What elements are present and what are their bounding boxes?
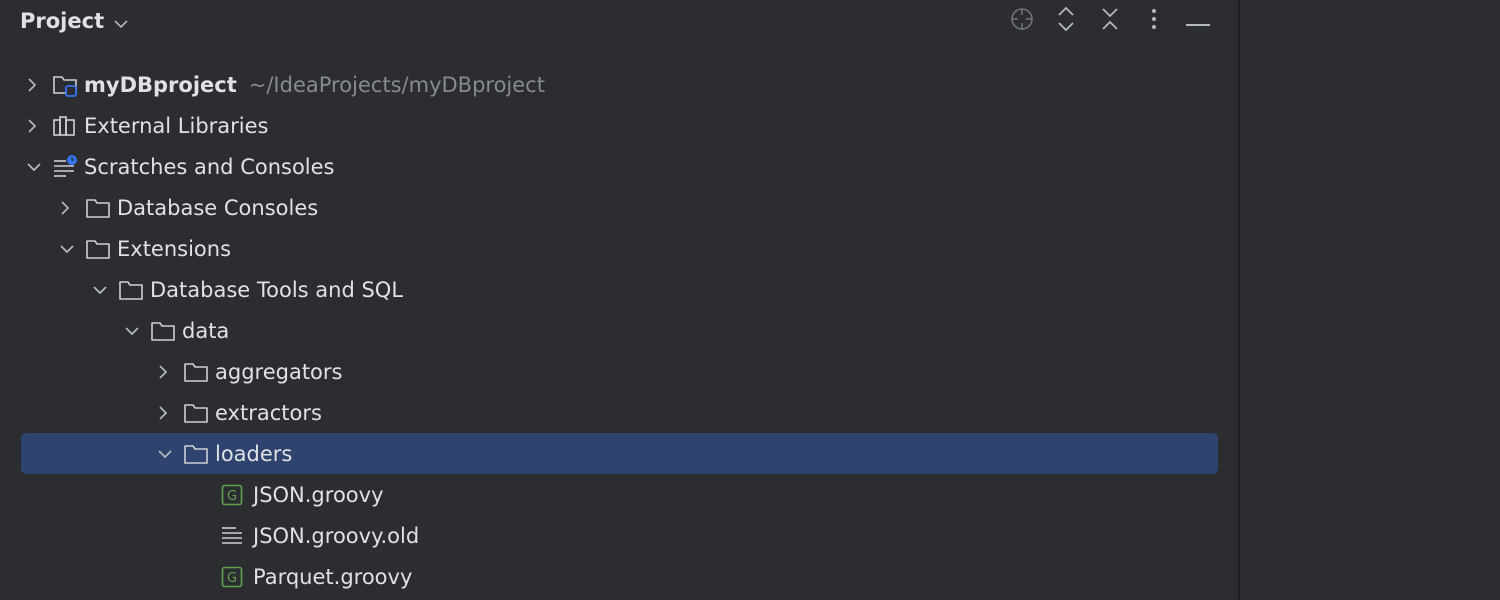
hide-button[interactable]	[1176, 6, 1220, 36]
folder-icon	[183, 360, 215, 384]
expand-all-icon	[1056, 6, 1076, 36]
tree-node-external-libraries[interactable]: External Libraries	[0, 105, 1238, 146]
tree-node-extractors[interactable]: extractors	[0, 392, 1238, 433]
chevron-down-icon[interactable]	[124, 321, 150, 341]
tree-node-scratches[interactable]: Scratches and Consoles	[0, 146, 1238, 187]
tree-node-parquet-groovy[interactable]: G Parquet.groovy	[0, 556, 1238, 597]
tree-node-data[interactable]: data	[0, 310, 1238, 351]
chevron-right-icon[interactable]	[59, 198, 85, 218]
project-view-selector[interactable]: Project	[20, 8, 128, 34]
chevron-down-icon	[114, 10, 128, 34]
folder-icon	[85, 196, 117, 220]
tree-node-json-groovy[interactable]: G JSON.groovy	[0, 474, 1238, 515]
tree-node-extensions[interactable]: Extensions	[0, 228, 1238, 269]
chevron-down-icon[interactable]	[59, 239, 85, 259]
chevron-right-icon[interactable]	[157, 362, 183, 382]
tree-node-label: Scratches and Consoles	[84, 154, 335, 179]
folder-icon	[183, 442, 215, 466]
tree-node-label: Database Tools and SQL	[150, 277, 404, 302]
tree-node-label: myDBproject	[84, 72, 237, 97]
tree-node-json-groovy-old[interactable]: JSON.groovy.old	[0, 515, 1238, 556]
tree-node-label: JSON.groovy.old	[253, 523, 420, 548]
header-toolbar	[1000, 6, 1220, 36]
tree-node-loaders[interactable]: loaders	[0, 433, 1238, 474]
tree-node-label: aggregators	[215, 359, 343, 384]
chevron-right-icon[interactable]	[26, 75, 52, 95]
more-options-icon	[1150, 7, 1158, 35]
project-path: ~/IdeaProjects/myDBproject	[248, 72, 545, 97]
tree-node-database-tools[interactable]: Database Tools and SQL	[0, 269, 1238, 310]
locate-icon	[1009, 6, 1035, 36]
svg-text:G: G	[227, 489, 237, 504]
page-title: Project	[20, 9, 105, 33]
folder-icon	[85, 237, 117, 261]
project-tool-window: Project myDBproject ~/IdeaProjects/myDBp…	[0, 0, 1238, 600]
chevron-down-icon[interactable]	[157, 444, 183, 464]
expand-all-button[interactable]	[1044, 6, 1088, 36]
tree-node-label: Extensions	[117, 236, 232, 261]
collapse-all-button[interactable]	[1088, 6, 1132, 36]
locate-button[interactable]	[1000, 6, 1044, 36]
folder-icon	[118, 278, 150, 302]
project-module-icon	[52, 73, 84, 97]
tree-node-label: Parquet.groovy	[253, 564, 413, 589]
text-file-icon	[221, 524, 253, 548]
project-tree: myDBproject ~/IdeaProjects/myDBproject E…	[0, 64, 1238, 597]
editor-area	[1240, 0, 1500, 600]
tree-node-aggregators[interactable]: aggregators	[0, 351, 1238, 392]
more-options-button[interactable]	[1132, 6, 1176, 36]
tool-window-header: Project	[0, 0, 1238, 44]
chevron-down-icon[interactable]	[26, 157, 52, 177]
tree-node-label: External Libraries	[84, 113, 269, 138]
library-icon	[52, 114, 84, 138]
tree-node-label: JSON.groovy	[253, 482, 384, 507]
folder-icon	[183, 401, 215, 425]
tree-node-label: loaders	[215, 441, 293, 466]
tree-node-label: data	[182, 318, 230, 343]
tree-node-label: Database Consoles	[117, 195, 319, 220]
chevron-right-icon[interactable]	[157, 403, 183, 423]
groovy-file-icon: G	[221, 483, 253, 507]
chevron-right-icon[interactable]	[26, 116, 52, 136]
hide-icon	[1186, 12, 1210, 31]
svg-text:G: G	[227, 571, 237, 586]
scratches-icon	[52, 154, 84, 179]
collapse-all-icon	[1100, 6, 1120, 36]
groovy-file-icon: G	[221, 565, 253, 589]
tree-node-label: extractors	[215, 400, 322, 425]
folder-icon	[150, 319, 182, 343]
tree-node-mydbproject[interactable]: myDBproject ~/IdeaProjects/myDBproject	[0, 64, 1238, 105]
chevron-down-icon[interactable]	[92, 280, 118, 300]
tree-node-database-consoles[interactable]: Database Consoles	[0, 187, 1238, 228]
